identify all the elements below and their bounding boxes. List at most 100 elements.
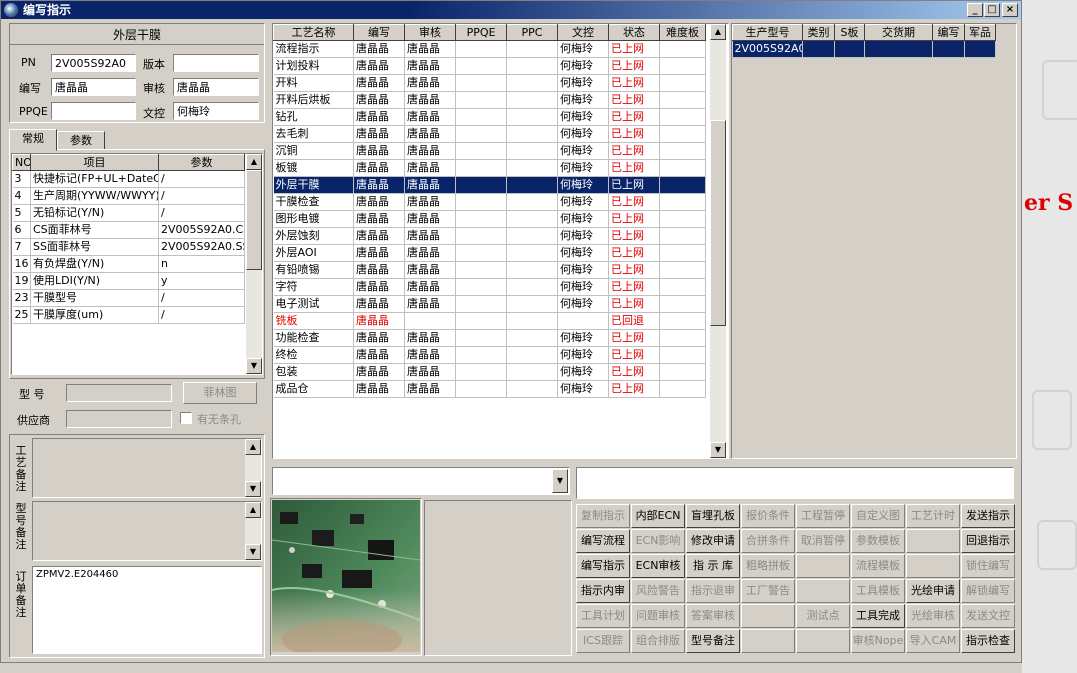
dropdown-arrow-icon[interactable]: ▼ [552, 469, 568, 493]
tab-params[interactable]: 参数 [57, 131, 105, 151]
col-wenkong[interactable]: 文控 [557, 24, 609, 41]
process-row[interactable]: 字符 唐晶晶 唐晶晶 何梅玲 已上网 [273, 278, 706, 296]
action-button[interactable]: 问题审核 [631, 604, 685, 628]
action-button[interactable]: 指 示 库 [686, 554, 740, 578]
model-notes-scrollbar[interactable]: ▲ ▼ [245, 502, 261, 560]
action-button[interactable]: 审核Nope [851, 629, 905, 653]
action-button[interactable]: 编写流程 [576, 529, 630, 553]
param-row[interactable]: 5 无铅标记(Y/N) / [12, 204, 245, 222]
col-ppc[interactable]: PPC [506, 24, 558, 41]
process-row[interactable]: 有铅喷锡 唐晶晶 唐晶晶 何梅玲 已上网 [273, 261, 706, 279]
review-field[interactable]: 唐晶晶 [173, 78, 259, 96]
process-row[interactable]: 流程指示 唐晶晶 唐晶晶 何梅玲 已上网 [273, 40, 706, 58]
param-col-no[interactable]: NO [12, 154, 31, 171]
action-button[interactable]: 光绘申请 [906, 579, 960, 603]
action-button[interactable]: 修改申请 [686, 529, 740, 553]
action-button[interactable]: 导入CAM [906, 629, 960, 653]
col-review[interactable]: 审核 [404, 24, 456, 41]
col-s-board[interactable]: S板 [834, 24, 865, 41]
process-row[interactable]: 板镀 唐晶晶 唐晶晶 何梅玲 已上网 [273, 159, 706, 177]
process-scrollbar[interactable]: ▲ ▼ [710, 24, 726, 458]
writer-field[interactable]: 唐晶晶 [51, 78, 136, 96]
action-button[interactable]: 内部ECN [631, 504, 685, 528]
action-button[interactable]: 自定义图 [851, 504, 905, 528]
action-button[interactable]: 组合排版 [631, 629, 685, 653]
slot-hole-checkbox[interactable] [180, 412, 192, 424]
action-button[interactable]: 指示退审 [686, 579, 740, 603]
param-row[interactable]: 16 有负焊盘(Y/N) n [12, 255, 245, 273]
action-button[interactable]: 测试点 [796, 604, 850, 628]
scroll-up-arrow-icon[interactable]: ▲ [245, 502, 261, 518]
col-ppqe[interactable]: PPQE [455, 24, 507, 41]
param-row[interactable]: 3 快捷标记(FP+UL+DateC / [12, 170, 245, 188]
param-col-item[interactable]: 项目 [30, 154, 159, 171]
order-notes-field[interactable]: ZPMV2.E204460 [32, 566, 262, 654]
action-button[interactable]: ECN审核 [631, 554, 685, 578]
process-row[interactable]: 功能检查 唐晶晶 唐晶晶 何梅玲 已上网 [273, 329, 706, 347]
col-prod-model[interactable]: 生产型号 [732, 24, 803, 41]
process-row[interactable]: 铣板 唐晶晶 已回退 [273, 312, 706, 330]
combo-box[interactable]: ▼ [272, 467, 570, 495]
process-row[interactable]: 干膜检查 唐晶晶 唐晶晶 何梅玲 已上网 [273, 193, 706, 211]
action-button[interactable]: 发送指示 [961, 504, 1015, 528]
scroll-up-arrow-icon[interactable]: ▲ [245, 439, 261, 455]
action-button[interactable]: 盲埋孔板 [686, 504, 740, 528]
ppqe-field[interactable] [51, 102, 136, 120]
maximize-button[interactable]: □ [984, 3, 1000, 17]
scroll-down-arrow-icon[interactable]: ▼ [246, 358, 262, 374]
action-button[interactable]: 合拼条件 [741, 529, 795, 553]
process-row[interactable]: 电子测试 唐晶晶 唐晶晶 何梅玲 已上网 [273, 295, 706, 313]
action-button[interactable]: 光绘审核 [906, 604, 960, 628]
process-row[interactable]: 成品仓 唐晶晶 唐晶晶 何梅玲 已上网 [273, 380, 706, 398]
process-row[interactable]: 开料 唐晶晶 唐晶晶 何梅玲 已上网 [273, 74, 706, 92]
action-button[interactable]: 工具模板 [851, 579, 905, 603]
action-button[interactable]: 答案审核 [686, 604, 740, 628]
col-status[interactable]: 状态 [608, 24, 660, 41]
action-button[interactable]: 参数模板 [851, 529, 905, 553]
process-row[interactable]: 钻孔 唐晶晶 唐晶晶 何梅玲 已上网 [273, 108, 706, 126]
action-button[interactable]: ICS跟踪 [576, 629, 630, 653]
action-button[interactable]: 编写指示 [576, 554, 630, 578]
col-order-writer[interactable]: 编写 [932, 24, 965, 41]
action-button[interactable]: 指示内审 [576, 579, 630, 603]
param-row[interactable]: 6 CS面菲林号 2V005S92A0.CS [12, 221, 245, 239]
col-military[interactable]: 军品 [964, 24, 996, 41]
action-button[interactable]: 指示检查 [961, 629, 1015, 653]
model-notes-field[interactable] [32, 501, 262, 561]
process-notes-field[interactable] [32, 438, 262, 498]
action-button[interactable]: 解锁编写 [961, 579, 1015, 603]
scroll-up-arrow-icon[interactable]: ▲ [246, 154, 262, 170]
wenkong-field[interactable]: 何梅玲 [173, 102, 259, 120]
col-delivery[interactable]: 交货期 [864, 24, 933, 41]
col-difficulty[interactable]: 难度板 [659, 24, 706, 41]
version-field[interactable] [173, 54, 259, 72]
supplier-field[interactable] [66, 410, 172, 428]
process-row[interactable]: 开料后烘板 唐晶晶 唐晶晶 何梅玲 已上网 [273, 91, 706, 109]
model-field[interactable] [66, 384, 172, 402]
action-button[interactable]: 工具计划 [576, 604, 630, 628]
process-row[interactable]: 图形电镀 唐晶晶 唐晶晶 何梅玲 已上网 [273, 210, 706, 228]
process-row[interactable]: 包装 唐晶晶 唐晶晶 何梅玲 已上网 [273, 363, 706, 381]
process-row[interactable]: 外层蚀刻 唐晶晶 唐晶晶 何梅玲 已上网 [273, 227, 706, 245]
process-row[interactable]: 计划投料 唐晶晶 唐晶晶 何梅玲 已上网 [273, 57, 706, 75]
film-image-button[interactable]: 菲林图 [183, 382, 257, 404]
tab-general[interactable]: 常规 [9, 129, 57, 151]
action-button[interactable]: 发送文控 [961, 604, 1015, 628]
process-row[interactable]: 终检 唐晶晶 唐晶晶 何梅玲 已上网 [273, 346, 706, 364]
minimize-button[interactable]: _ [967, 3, 983, 17]
action-button[interactable]: 粗略拼板 [741, 554, 795, 578]
action-button[interactable]: 流程模板 [851, 554, 905, 578]
param-row[interactable]: 7 SS面菲林号 2V005S92A0.SS [12, 238, 245, 256]
action-button[interactable]: 报价条件 [741, 504, 795, 528]
action-button[interactable]: 回退指示 [961, 529, 1015, 553]
order-row[interactable]: 2V005S92A0 [732, 40, 996, 58]
process-row[interactable]: 外层AOI 唐晶晶 唐晶晶 何梅玲 已上网 [273, 244, 706, 262]
text-field[interactable] [576, 467, 1014, 499]
scroll-thumb[interactable] [246, 170, 262, 270]
process-notes-scrollbar[interactable]: ▲ ▼ [245, 439, 261, 497]
action-button[interactable]: 复制指示 [576, 504, 630, 528]
pn-field[interactable]: 2V005S92A0 [51, 54, 136, 72]
col-process-name[interactable]: 工艺名称 [273, 24, 354, 41]
process-row[interactable]: 去毛刺 唐晶晶 唐晶晶 何梅玲 已上网 [273, 125, 706, 143]
process-row[interactable]: 沉铜 唐晶晶 唐晶晶 何梅玲 已上网 [273, 142, 706, 160]
